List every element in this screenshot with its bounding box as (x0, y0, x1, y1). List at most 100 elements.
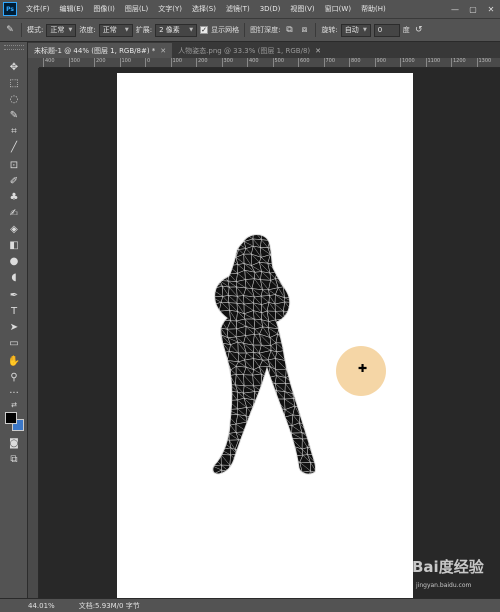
mesh-cell (324, 479, 330, 480)
menu-file[interactable]: 文件(F) (21, 4, 55, 14)
spot-heal-icon[interactable]: ⊡ (5, 158, 23, 172)
mesh-cell (261, 429, 271, 442)
close-icon[interactable]: ✕ (315, 47, 321, 55)
eraser-icon[interactable]: ◈ (5, 222, 23, 236)
mesh-cell (290, 271, 302, 281)
tab-untitled[interactable]: 未标题-1 @ 44% (图层 1, RGB/8#) * ✕ (28, 43, 173, 58)
reset-icon[interactable]: ↺ (413, 24, 425, 36)
quick-mask-icon[interactable]: ◙ (5, 436, 23, 450)
zoom-level[interactable]: 44.01% (28, 602, 55, 610)
mesh-cell (212, 406, 215, 417)
tab-pose-png[interactable]: 人物姿态.png @ 33.3% (图层 1, RGB/8) ✕ (172, 43, 327, 58)
mesh-cell (212, 391, 216, 402)
menu-window[interactable]: 窗口(W) (320, 4, 356, 14)
type-icon[interactable]: T (5, 304, 23, 318)
mesh-cell (326, 422, 330, 434)
mesh-cell (212, 416, 215, 426)
path-select-icon[interactable]: ➤ (5, 320, 23, 334)
window-controls: — ▢ ✕ (446, 0, 500, 18)
mesh-cell (219, 390, 231, 401)
mode-select[interactable]: 正常 ▼ (46, 23, 77, 37)
mesh-cell (299, 374, 311, 384)
menu-type[interactable]: 文字(Y) (153, 4, 187, 14)
mesh-cell (251, 437, 262, 448)
mesh-cell (316, 473, 326, 480)
mesh-cell (205, 286, 212, 297)
mesh-cell (261, 384, 270, 392)
mesh-cell (212, 254, 223, 266)
clone-stamp-icon[interactable]: ♣ (5, 190, 23, 204)
close-button[interactable]: ✕ (482, 0, 500, 18)
pen-icon[interactable]: ✒ (5, 288, 23, 302)
pin-depth-up-icon[interactable]: ⧉ (283, 24, 295, 36)
mesh-cell (299, 247, 311, 256)
swap-colors-icon[interactable]: ⇄ (5, 398, 23, 412)
density-select[interactable]: 正常 ▼ (98, 23, 133, 37)
angle-unit: 度 (402, 26, 410, 34)
hand-icon[interactable]: ✋ (5, 354, 23, 368)
mesh-cell (317, 240, 326, 250)
document-info[interactable]: 文档:5.93M/0 字节 (79, 601, 140, 611)
expand-select[interactable]: 2 像素 ▼ (155, 23, 198, 37)
move-icon[interactable]: ✥ (5, 60, 23, 74)
mesh-cell (307, 318, 316, 329)
marquee-icon[interactable]: ⬚ (5, 76, 23, 90)
mesh-cell (213, 431, 223, 441)
mesh-cell (316, 439, 326, 447)
pin-depth-down-icon[interactable]: ⧈ (298, 24, 310, 36)
maximize-button[interactable]: ▢ (464, 0, 482, 18)
close-icon[interactable]: ✕ (160, 47, 166, 55)
menu-edit[interactable]: 编辑(E) (55, 4, 89, 14)
mesh-cell (212, 264, 223, 274)
eyedropper-icon[interactable]: ╱ (5, 140, 23, 154)
mesh-cell (315, 454, 316, 465)
foreground-color[interactable] (5, 412, 17, 424)
vertical-ruler[interactable] (28, 68, 39, 598)
mesh-cell (283, 278, 293, 290)
menu-select[interactable]: 选择(S) (187, 4, 221, 14)
mesh-cell (315, 247, 316, 255)
angle-input[interactable]: 0 (373, 23, 400, 37)
show-mesh-checkbox[interactable]: ✓ (200, 26, 209, 34)
ruler-tick (476, 58, 478, 67)
rectangle-icon[interactable]: ▭ (5, 336, 23, 350)
horizontal-ruler[interactable]: 400 300 200 100 0 100 200 300 400 500 600 700 800 900… (39, 58, 500, 68)
history-brush-icon[interactable]: ✍ (5, 206, 23, 220)
minimize-button[interactable]: — (446, 0, 464, 18)
menu-view[interactable]: 视图(V) (285, 4, 319, 14)
mesh-cell (212, 327, 222, 339)
crop-icon[interactable]: ⌗ (5, 124, 23, 138)
quick-select-icon[interactable]: ✎ (5, 108, 23, 122)
mesh-cell (205, 479, 214, 480)
mesh-cell (323, 433, 330, 441)
mesh-cell (325, 401, 330, 410)
pin-tool-icon[interactable]: ✎ (4, 24, 16, 36)
menu-layer[interactable]: 图层(L) (120, 4, 153, 14)
brush-icon[interactable]: ✐ (5, 174, 23, 188)
dodge-icon[interactable]: ◖ (5, 270, 23, 284)
mesh-cell (283, 255, 294, 266)
screen-mode-icon[interactable]: ⧉ (5, 452, 23, 466)
menu-3d[interactable]: 3D(D) (255, 5, 286, 13)
ruler-corner[interactable] (28, 58, 39, 68)
ruler-label: 200 (96, 58, 106, 64)
gradient-icon[interactable]: ◧ (5, 238, 23, 252)
ps-logo-icon[interactable]: Ps (3, 2, 17, 16)
warped-silhouette[interactable] (205, 232, 330, 480)
menu-help[interactable]: 帮助(H) (356, 4, 391, 14)
zoom-icon[interactable]: ⚲ (5, 370, 23, 384)
panel-grip[interactable] (4, 45, 24, 50)
blur-icon[interactable]: ● (5, 254, 23, 268)
menu-image[interactable]: 图像(I) (88, 4, 120, 14)
mesh-cell (292, 320, 301, 330)
mesh-cell (243, 479, 252, 480)
mesh-cell (259, 390, 270, 401)
menu-filter[interactable]: 滤镜(T) (221, 4, 255, 14)
lasso-icon[interactable]: ◌ (5, 92, 23, 106)
ruler-tick (68, 58, 70, 67)
mesh-cell (212, 246, 223, 258)
mesh-cell (212, 234, 221, 242)
rotate-select[interactable]: 自动 ▼ (340, 23, 371, 37)
mesh-cell (315, 462, 316, 474)
mesh-cell (212, 271, 214, 281)
